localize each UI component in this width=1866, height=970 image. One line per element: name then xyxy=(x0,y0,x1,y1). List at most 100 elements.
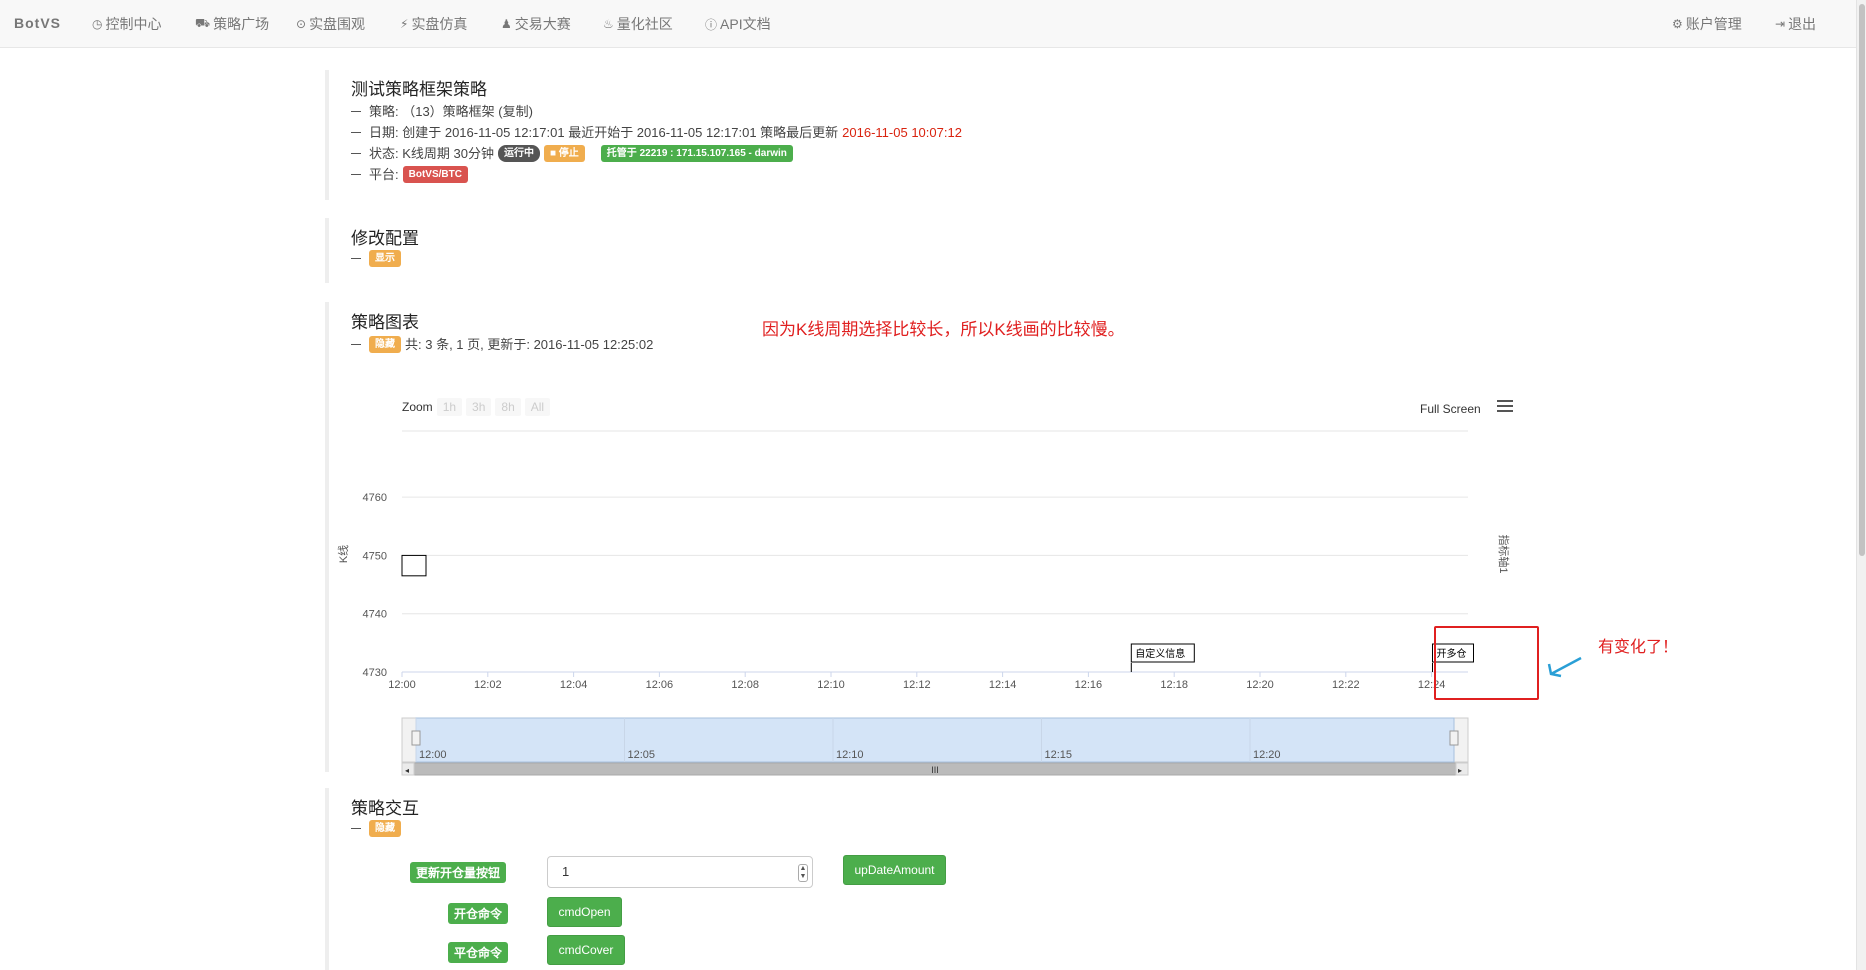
x-tick-label: 12:06 xyxy=(646,679,674,691)
chevron-right-icon: ▸ xyxy=(1458,766,1462,775)
strategy-line: 策略: （13）策略框架 (复制) xyxy=(351,101,962,122)
navigator-tick-label: 12:10 xyxy=(836,749,864,761)
x-tick-label: 12:18 xyxy=(1160,679,1188,691)
chevron-left-icon: ◂ xyxy=(405,766,409,775)
cover-command-label: 平仓命令 xyxy=(448,942,509,963)
navigator-tick-label: 12:00 xyxy=(419,749,447,761)
scroll-grip-icon: III xyxy=(931,765,939,775)
nav-item-label: 退出 xyxy=(1788,16,1817,32)
clock-icon: ◷ xyxy=(92,17,103,31)
nav-item-account[interactable]: ⚙ 账户管理 xyxy=(1672,14,1742,34)
y-axis-right-label: 指标轴1 xyxy=(1497,534,1511,573)
hide-chart-button[interactable]: 隐藏 xyxy=(369,336,401,353)
x-tick-label: 12:10 xyxy=(817,679,845,691)
x-tick-label: 12:12 xyxy=(903,679,931,691)
platform-label: 平台: xyxy=(369,167,399,182)
hide-interaction-button[interactable]: 隐藏 xyxy=(369,820,401,837)
chart-svg: 4730 4740 4750 4760 12:00 12:02 12:04 12:06 12:… xyxy=(336,430,1511,776)
x-tick-label: 12:16 xyxy=(1075,679,1103,691)
user-icon: ♟ xyxy=(501,17,512,31)
config-title: 修改配置 xyxy=(351,229,419,248)
stepper-icon[interactable]: ▲ ▼ xyxy=(798,864,808,882)
dash xyxy=(351,153,361,154)
show-config-button[interactable]: 显示 xyxy=(369,250,401,267)
nav-item-label: 实盘围观 xyxy=(309,16,366,32)
stop-icon: ■ xyxy=(549,148,557,159)
dash xyxy=(351,344,361,345)
host-badge: 托管于 22219 : 171.15.107.165 - darwin xyxy=(600,145,793,162)
nav-item-contest[interactable]: ♟ 交易大赛 xyxy=(501,14,571,34)
x-tick-label: 12:22 xyxy=(1332,679,1360,691)
nav-item-live-watch[interactable]: ⊙ 实盘围观 xyxy=(296,14,365,34)
play-circle-icon: ⊙ xyxy=(296,17,307,31)
y-tick-label: 4740 xyxy=(363,609,387,621)
config-toggle-line: 显示 xyxy=(351,250,419,267)
info-icon: ⓘ xyxy=(705,17,718,32)
x-tick-label: 12:00 xyxy=(388,679,416,691)
chart-summary-line: 隐藏 共: 3 条, 1 页, 更新于: 2016-11-05 12:25:02 xyxy=(351,334,653,355)
brand-logo[interactable]: BotVS xyxy=(14,15,61,31)
nav-item-label: 账户管理 xyxy=(1685,16,1742,32)
chart-section-title: 策略图表 xyxy=(351,313,419,332)
dash xyxy=(351,828,361,829)
nav-item-simulation[interactable]: ⚡ 实盘仿真 xyxy=(400,14,467,34)
arrow-icon xyxy=(1547,656,1582,678)
kline-chart[interactable]: Zoom 1h 3h 8h All Full Screen 4730 4740 47… xyxy=(330,388,1530,788)
interaction-section: 策略交互 隐藏 xyxy=(325,788,419,970)
chart-summary: 共: 3 条, 1 页, 更新于: 2016-11-05 12:25:02 xyxy=(405,337,654,352)
dash xyxy=(351,258,361,259)
amount-input[interactable]: 1 ▲ ▼ xyxy=(547,856,813,888)
y-tick-label: 4760 xyxy=(363,492,387,504)
amount-value: 1 xyxy=(562,864,570,879)
update-amount-button[interactable]: upDateAmount xyxy=(843,855,946,885)
date-text: 日期: 创建于 2016-11-05 12:17:01 最近开始于 2016-1… xyxy=(369,125,839,140)
nav-item-label: 控制中心 xyxy=(105,16,162,32)
nav-item-label: 策略广场 xyxy=(213,16,270,32)
x-tick-label: 12:14 xyxy=(989,679,1017,691)
x-tick-label: 12:04 xyxy=(560,679,588,691)
nav-item-logout[interactable]: ⇥ 退出 xyxy=(1775,14,1816,34)
nav-item-label: 量化社区 xyxy=(616,16,673,32)
platform-line: 平台: BotVS/BTC xyxy=(351,164,962,185)
highlight-box xyxy=(1434,626,1539,700)
status-text: 状态: K线周期 30分钟 xyxy=(369,146,494,161)
nav-item-label: API文档 xyxy=(720,16,771,32)
x-tick-label: 12:20 xyxy=(1246,679,1274,691)
stop-button[interactable]: ■ 停止 xyxy=(543,145,585,162)
fire-icon: ♨ xyxy=(603,17,614,31)
page-title: 测试策略框架策略 xyxy=(351,80,487,99)
page-scrollbar[interactable] xyxy=(1856,0,1866,970)
nav-item-control-center[interactable]: ◷ 控制中心 xyxy=(92,14,161,34)
bolt-icon: ⚡ xyxy=(400,17,409,31)
navigator-handle xyxy=(411,730,421,746)
gear-icon: ⚙ xyxy=(1672,17,1683,31)
scrollbar-thumb[interactable] xyxy=(1859,4,1865,556)
dash xyxy=(351,174,361,175)
nav-item-community[interactable]: ♨ 量化社区 xyxy=(603,14,673,34)
dash xyxy=(351,111,361,112)
cmd-open-button[interactable]: cmdOpen xyxy=(547,897,622,927)
x-tick-label: 12:02 xyxy=(474,679,502,691)
config-section: 修改配置 显示 xyxy=(325,218,419,283)
interaction-title: 策略交互 xyxy=(351,799,419,818)
stop-label: 停止 xyxy=(558,148,579,159)
nav-item-label: 实盘仿真 xyxy=(411,16,468,32)
annotation-slow-kline: 因为K线周期选择比较长，所以K线画的比较慢。 xyxy=(762,320,1125,339)
top-navbar: BotVS ◷ 控制中心 ⛟ 策略广场 ⊙ 实盘围观 ⚡ 实盘仿真 ♟ 交易大赛… xyxy=(0,0,1856,48)
strategy-info-section: 测试策略框架策略 策略: （13）策略框架 (复制) 日期: 创建于 2016-… xyxy=(325,70,962,200)
navigator-tick-label: 12:20 xyxy=(1253,749,1281,761)
cmd-cover-button[interactable]: cmdCover xyxy=(547,935,625,965)
y-tick-label: 4750 xyxy=(363,550,387,562)
navigator-selection xyxy=(415,717,1455,763)
nav-item-label: 交易大赛 xyxy=(514,16,571,32)
navigator-handle xyxy=(1449,730,1459,746)
x-tick-label: 12:08 xyxy=(731,679,759,691)
nav-item-api-docs[interactable]: ⓘ API文档 xyxy=(705,14,771,34)
running-badge: 运行中 xyxy=(497,145,540,162)
nav-item-strategy-square[interactable]: ⛟ 策略广场 xyxy=(195,14,269,34)
status-line: 状态: K线周期 30分钟 运行中 ■ 停止 托管于 22219 : 171.1… xyxy=(351,143,962,164)
y-tick-label: 4730 xyxy=(363,667,387,679)
dash xyxy=(351,132,361,133)
y-axis-label: K线 xyxy=(336,545,350,563)
navigator-tick-label: 12:05 xyxy=(628,749,656,761)
